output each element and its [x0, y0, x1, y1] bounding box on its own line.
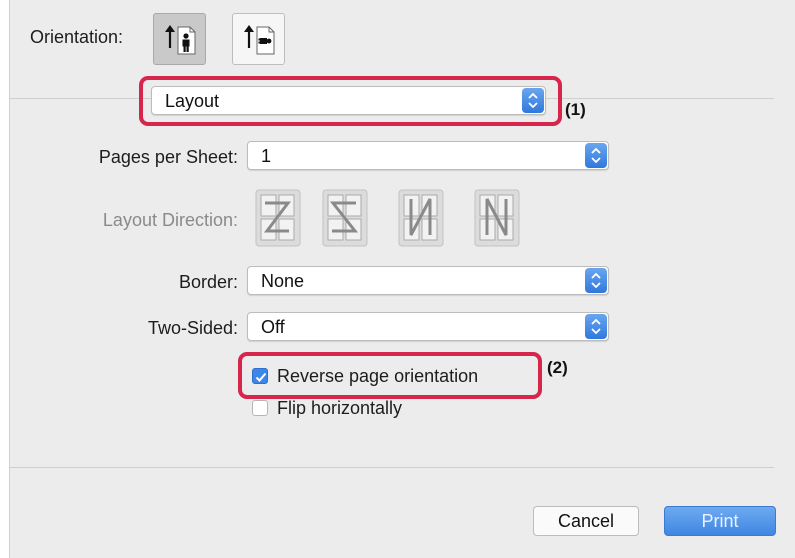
portrait-orientation-button[interactable] [153, 13, 206, 65]
two-sided-popup[interactable]: Off [247, 312, 609, 341]
print-button[interactable]: Print [664, 506, 776, 536]
callout-label-1: (1) [565, 100, 586, 119]
reverse-n-order-icon [474, 189, 520, 247]
flip-horizontally-label[interactable]: Flip horizontally [277, 398, 402, 419]
callout-box-2 [238, 352, 542, 399]
border-value: None [261, 271, 305, 291]
up-down-chevron-icon [591, 318, 601, 335]
portrait-orientation-icon [165, 25, 196, 55]
pages-per-sheet-popup[interactable]: 1 [247, 141, 609, 170]
border-label: Border: [178, 272, 238, 292]
callout-box-1 [139, 76, 562, 126]
pages-per-sheet-value: 1 [261, 146, 272, 166]
flip-horizontally-checkbox[interactable] [252, 400, 268, 416]
landscape-orientation-icon [244, 25, 275, 55]
pages-per-sheet-label: Pages per Sheet: [98, 147, 238, 167]
border-stepper [585, 268, 607, 293]
footer-separator [9, 467, 774, 468]
layout-direction-reverse-z-button[interactable] [322, 189, 368, 247]
layout-direction-n-button[interactable] [398, 189, 444, 247]
layout-direction-reverse-n-button[interactable] [474, 189, 520, 247]
two-sided-stepper [585, 314, 607, 339]
callout-label-2: (2) [547, 358, 568, 377]
up-down-chevron-icon [591, 272, 601, 289]
orientation-label: Orientation: [30, 27, 124, 47]
landscape-orientation-button[interactable] [232, 13, 285, 65]
layout-direction-z-button[interactable] [255, 189, 301, 247]
up-down-chevron-icon [591, 147, 601, 164]
reverse-z-order-icon [322, 189, 368, 247]
pages-per-sheet-stepper [585, 143, 607, 168]
layout-direction-label: Layout Direction: [102, 210, 238, 230]
border-popup[interactable]: None [247, 266, 609, 295]
cancel-button[interactable]: Cancel [533, 506, 639, 536]
two-sided-label: Two-Sided: [147, 318, 238, 338]
two-sided-value: Off [261, 317, 285, 337]
z-order-icon [255, 189, 301, 247]
n-order-icon [398, 189, 444, 247]
